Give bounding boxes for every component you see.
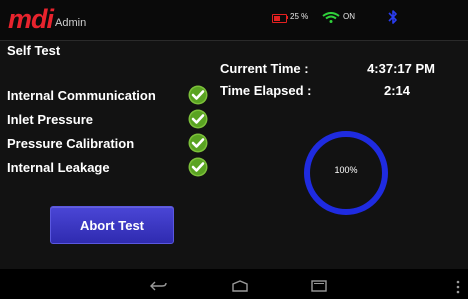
check-icon [188, 133, 208, 153]
battery-nub [286, 16, 288, 19]
current-time-label: Current Time : [220, 61, 309, 76]
check-icon [188, 109, 208, 129]
current-time-value: 4:37:17 PM [367, 61, 435, 76]
bluetooth-icon [388, 10, 397, 24]
back-icon[interactable] [150, 280, 168, 292]
page-title: Self Test [7, 43, 61, 58]
check-icon [188, 85, 208, 105]
test-label-pressure-calibration: Pressure Calibration [7, 136, 135, 151]
test-label-internal-communication: Internal Communication [7, 88, 156, 103]
check-icon [188, 157, 208, 177]
abort-test-button[interactable]: Abort Test [50, 206, 174, 244]
tablet-screen: mdi Admin 25 % ON Self Test Current Time… [0, 0, 468, 299]
recent-apps-icon[interactable] [310, 280, 328, 292]
wifi-status: ON [343, 12, 355, 21]
brand-logo: mdi [8, 4, 54, 34]
user-role-label: Admin [55, 17, 87, 29]
test-label-internal-leakage: Internal Leakage [7, 160, 110, 175]
battery-level: 25 % [290, 12, 309, 21]
app-logo: mdi Admin [8, 4, 87, 34]
time-elapsed-value: 2:14 [383, 83, 410, 98]
progress-percent: 100% [334, 165, 358, 175]
battery-icon [272, 14, 287, 23]
wifi-icon [322, 12, 340, 23]
status-bar: mdi Admin 25 % ON [0, 0, 468, 40]
menu-dots-icon[interactable] [455, 280, 461, 294]
time-elapsed-label: Time Elapsed : [220, 83, 312, 98]
home-icon[interactable] [230, 280, 250, 292]
test-label-inlet-pressure: Inlet Pressure [7, 112, 93, 127]
